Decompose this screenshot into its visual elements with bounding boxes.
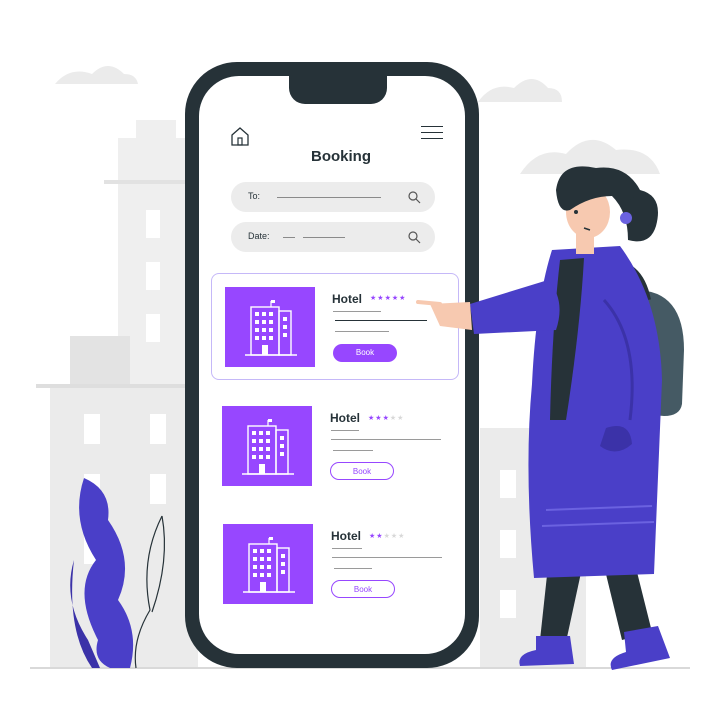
star-icon: ★ bbox=[377, 295, 385, 302]
search-icon[interactable] bbox=[407, 190, 421, 204]
hotel-name: Hotel bbox=[331, 529, 361, 543]
star-icon: ★ bbox=[382, 415, 390, 422]
star-rating: ★★★★★ bbox=[369, 532, 405, 540]
hotel-thumbnail bbox=[223, 524, 313, 604]
cloud-left bbox=[55, 66, 138, 84]
hotel-thumbnail bbox=[222, 406, 312, 486]
star-icon: ★ bbox=[384, 295, 392, 302]
home-icon[interactable] bbox=[229, 125, 251, 147]
book-button[interactable]: Book bbox=[330, 462, 394, 480]
search-icon[interactable] bbox=[407, 230, 421, 244]
date-field[interactable]: Date: bbox=[231, 222, 435, 252]
hamburger-menu-icon[interactable] bbox=[418, 124, 446, 142]
building-icon bbox=[242, 419, 294, 475]
star-icon: ★ bbox=[397, 415, 405, 422]
hotel-name: Hotel bbox=[330, 411, 360, 425]
book-button[interactable]: Book bbox=[331, 580, 395, 598]
date-label: Date: bbox=[248, 231, 270, 241]
star-icon: ★ bbox=[375, 415, 383, 422]
page-title: Booking bbox=[311, 148, 371, 165]
star-icon: ★ bbox=[376, 533, 384, 540]
cloud-right-top bbox=[478, 79, 562, 102]
star-rating: ★★★★★ bbox=[368, 414, 404, 422]
building-right bbox=[480, 428, 586, 668]
hotel-name: Hotel bbox=[332, 292, 362, 306]
destination-label: To: bbox=[248, 191, 261, 201]
hotel-thumbnail bbox=[225, 287, 315, 367]
cloud-right bbox=[520, 139, 660, 174]
building-icon bbox=[245, 300, 297, 356]
building-icon bbox=[243, 537, 295, 593]
phone-notch bbox=[289, 76, 387, 104]
book-button[interactable]: Book bbox=[333, 344, 397, 362]
destination-field[interactable]: To: bbox=[231, 182, 435, 212]
star-icon: ★ bbox=[398, 533, 406, 540]
star-icon: ★ bbox=[399, 295, 407, 302]
star-icon: ★ bbox=[383, 533, 391, 540]
star-rating: ★★★★★ bbox=[370, 294, 406, 302]
